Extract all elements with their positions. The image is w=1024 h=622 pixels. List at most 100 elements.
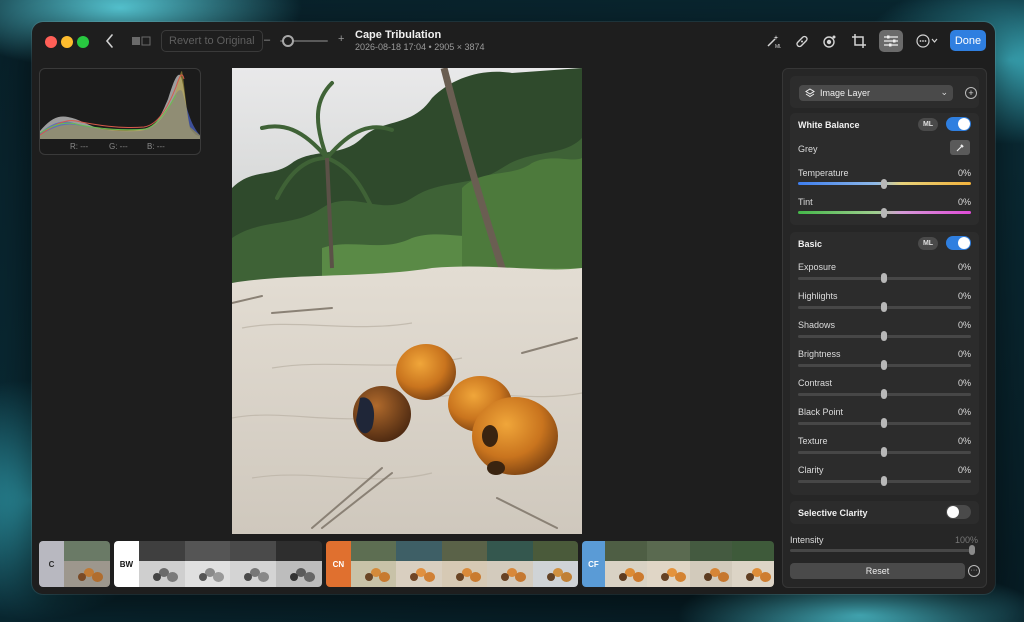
- brightness-slider-knob[interactable]: [881, 360, 887, 370]
- basic-ml-button[interactable]: ML: [918, 237, 938, 250]
- preset-tag-cf: CF: [582, 541, 605, 587]
- color-mask-icon[interactable]: [818, 30, 842, 52]
- preset-thumbnail[interactable]: [689, 541, 732, 587]
- preset-thumbnail[interactable]: [731, 541, 774, 587]
- preset-filmstrip: C BW CN CF: [39, 541, 774, 587]
- texture-value: 0%: [957, 436, 971, 446]
- preset-tag-bw: BW: [114, 541, 139, 587]
- contrast-slider-knob[interactable]: [881, 389, 887, 399]
- histogram-green-readout: G: ---: [109, 142, 128, 151]
- zoom-slider-knob[interactable]: [282, 35, 294, 47]
- histogram-graph: [40, 71, 200, 139]
- layer-dropdown[interactable]: Image Layer ⌄: [799, 85, 953, 101]
- highlights-slider-knob[interactable]: [881, 302, 887, 312]
- preset-thumbnail[interactable]: [396, 541, 442, 587]
- preset-thumbnail[interactable]: [64, 541, 110, 587]
- preset-thumbnail[interactable]: [487, 541, 533, 587]
- selective-clarity-toggle[interactable]: [946, 505, 971, 519]
- tint-slider-knob[interactable]: [881, 208, 887, 218]
- intensity-slider-knob[interactable]: [969, 545, 975, 555]
- preset-group-c[interactable]: C: [39, 541, 110, 587]
- contrast-label: Contrast: [798, 378, 833, 388]
- shadows-value: 0%: [957, 320, 971, 330]
- basic-section: Basic ML Exposure 0% Highlights 0% Shado…: [790, 232, 979, 495]
- exposure-value: 0%: [957, 262, 971, 272]
- basic-title: Basic: [798, 239, 823, 249]
- temperature-label: Temperature: [798, 168, 849, 178]
- preset-thumbnail[interactable]: [604, 541, 648, 587]
- minimize-window-button[interactable]: [61, 36, 73, 48]
- fullscreen-window-button[interactable]: [77, 36, 89, 48]
- preset-tag-cn: CN: [326, 541, 351, 587]
- texture-label: Texture: [798, 436, 828, 446]
- preset-thumbnail[interactable]: [350, 541, 397, 587]
- tint-label: Tint: [798, 197, 813, 207]
- crop-icon[interactable]: [847, 30, 871, 52]
- compare-split-icon[interactable]: [130, 31, 152, 51]
- histogram-blue-readout: B: ---: [147, 142, 165, 151]
- document-title: Cape Tribulation: [355, 29, 442, 41]
- adjust-sliders-icon[interactable]: [879, 30, 903, 52]
- selective-clarity-title: Selective Clarity: [798, 508, 868, 518]
- grey-label: Grey: [798, 144, 818, 154]
- white-balance-toggle[interactable]: [946, 117, 971, 131]
- preset-thumbnail[interactable]: [184, 541, 231, 587]
- brightness-value: 0%: [957, 349, 971, 359]
- close-window-button[interactable]: [45, 36, 57, 48]
- zoom-out-label[interactable]: –: [264, 34, 270, 46]
- brightness-label: Brightness: [798, 349, 841, 359]
- contrast-value: 0%: [957, 378, 971, 388]
- texture-slider-knob[interactable]: [881, 447, 887, 457]
- highlights-value: 0%: [957, 291, 971, 301]
- clarity-label: Clarity: [798, 465, 824, 475]
- photo-canvas[interactable]: [232, 68, 582, 534]
- intensity-label: Intensity: [790, 535, 824, 545]
- clarity-slider-knob[interactable]: [881, 476, 887, 486]
- reset-button[interactable]: Reset: [790, 563, 965, 579]
- white-balance-ml-button[interactable]: ML: [918, 118, 938, 131]
- preset-group-cf[interactable]: CF: [582, 541, 774, 587]
- document-subtitle: 2026-08-18 17:04 • 2905 × 3874: [355, 42, 485, 52]
- clarity-value: 0%: [957, 465, 971, 475]
- back-chevron-icon[interactable]: [102, 31, 118, 51]
- layer-section: Image Layer ⌄ +: [790, 76, 979, 108]
- temperature-slider-knob[interactable]: [881, 179, 887, 189]
- done-button[interactable]: Done: [950, 30, 986, 51]
- intensity-slider[interactable]: [790, 549, 974, 552]
- preset-thumbnail[interactable]: [138, 541, 185, 587]
- white-balance-title: White Balance: [798, 120, 860, 130]
- preset-thumbnail[interactable]: [647, 541, 690, 587]
- preset-thumbnail[interactable]: [276, 541, 322, 587]
- shadows-slider-knob[interactable]: [881, 331, 887, 341]
- editor-window: Revert to Original – + Cape Tribulation …: [32, 22, 995, 594]
- preset-tag-c: C: [39, 541, 64, 587]
- eyedropper-icon[interactable]: [950, 140, 970, 155]
- black-point-value: 0%: [957, 407, 971, 417]
- preset-thumbnail[interactable]: [441, 541, 488, 587]
- add-layer-button[interactable]: +: [965, 87, 977, 99]
- intensity-value: 100%: [954, 535, 978, 545]
- histogram: R: --- G: --- B: ---: [39, 68, 201, 155]
- selective-clarity-section: Selective Clarity: [790, 501, 979, 524]
- exposure-slider-knob[interactable]: [881, 273, 887, 283]
- more-options-button[interactable]: ···: [968, 565, 980, 577]
- more-menu-icon[interactable]: [914, 30, 942, 52]
- title-bar: Revert to Original – + Cape Tribulation …: [32, 22, 995, 60]
- bandage-retouch-icon[interactable]: [790, 30, 814, 52]
- black-point-slider-knob[interactable]: [881, 418, 887, 428]
- basic-toggle[interactable]: [946, 236, 971, 250]
- revert-to-original-button[interactable]: Revert to Original: [161, 30, 263, 52]
- magic-wand-ml-icon[interactable]: ML: [761, 30, 785, 52]
- layers-icon: [805, 88, 815, 98]
- highlights-label: Highlights: [798, 291, 838, 301]
- tint-value: 0%: [957, 197, 971, 207]
- svg-text:ML: ML: [775, 44, 781, 49]
- preset-group-bw[interactable]: BW: [114, 541, 322, 587]
- preset-group-cn[interactable]: CN: [326, 541, 578, 587]
- black-point-label: Black Point: [798, 407, 844, 417]
- preset-thumbnail[interactable]: [230, 541, 277, 587]
- zoom-in-label[interactable]: +: [338, 33, 344, 45]
- temperature-value: 0%: [957, 168, 971, 178]
- shadows-label: Shadows: [798, 320, 836, 330]
- preset-thumbnail[interactable]: [532, 541, 578, 587]
